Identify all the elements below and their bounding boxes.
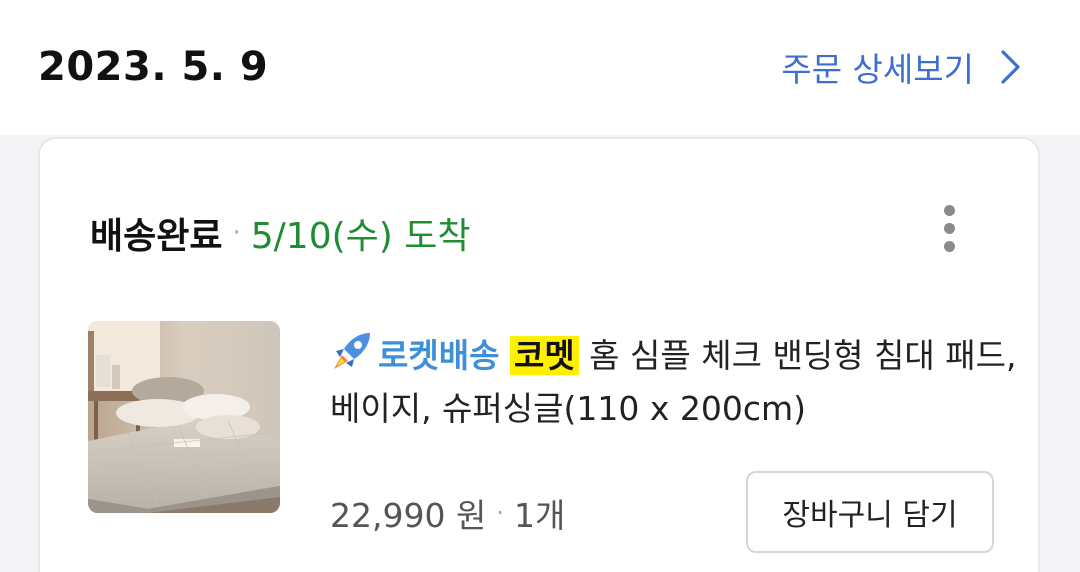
order-card: 배송완료 · 5/10(수) 도착 로켓배송 코멧 홈 심플 체크 밴딩형 침대… [38, 137, 1040, 572]
arrival-date: 5/10(수) 도착 [250, 216, 471, 257]
rocket-icon [334, 333, 370, 369]
order-header: 2023. 5. 9 주문 상세보기 [0, 0, 1080, 135]
price-separator: · [496, 499, 504, 527]
order-history-page: 2023. 5. 9 주문 상세보기 배송완료 · 5/10(수) 도착 로켓배… [0, 0, 1080, 572]
product-quantity: 1개 [513, 496, 566, 535]
product-thumbnail[interactable] [88, 321, 280, 513]
order-detail-link[interactable]: 주문 상세보기 [781, 44, 1022, 90]
rocket-delivery-badge: 로켓배송 [378, 336, 500, 375]
status-separator: · [232, 218, 241, 248]
chevron-right-icon [1001, 50, 1020, 84]
delivery-status: 배송완료 · 5/10(수) 도착 [90, 207, 471, 259]
price-quantity: 22,990 원 · 1개 [330, 489, 565, 537]
brand-name: 코멧 [509, 336, 579, 375]
product-title[interactable]: 로켓배송 코멧 홈 심플 체크 밴딩형 침대 패드, 베이지, 슈퍼싱글(110… [330, 329, 1020, 435]
more-vertical-icon[interactable] [940, 205, 958, 259]
product-image [88, 321, 280, 513]
add-to-cart-button[interactable]: 장바구니 담기 [746, 471, 994, 553]
order-date: 2023. 5. 9 [38, 44, 269, 90]
order-detail-label: 주문 상세보기 [781, 50, 974, 89]
status-label: 배송완료 [90, 216, 223, 257]
product-price: 22,990 원 [330, 496, 487, 535]
